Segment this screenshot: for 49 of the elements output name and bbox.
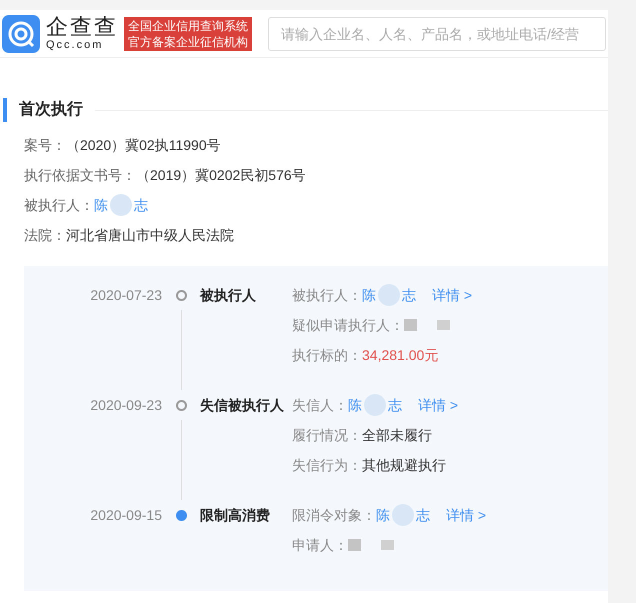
field-label: 法院： <box>24 226 66 244</box>
field-label: 执行标的： <box>292 346 362 364</box>
section-title: 首次执行 <box>19 100 83 120</box>
redaction-mark <box>378 284 400 306</box>
event-date: 2020-07-23 <box>89 286 162 305</box>
field-label: 执行依据文书号： <box>24 166 136 184</box>
person-link[interactable]: 志 <box>416 504 430 526</box>
field-label: 疑似申请执行人： <box>292 316 404 334</box>
field-label: 申请人： <box>292 536 348 554</box>
field-label: 被执行人： <box>292 286 362 304</box>
field-value: 其他规避执行 <box>362 456 446 474</box>
redaction-mark <box>348 539 361 551</box>
field-value: （2020）冀02执11990号 <box>66 136 221 154</box>
field-label: 失信行为： <box>292 456 362 474</box>
section-marker <box>3 98 7 122</box>
person-link[interactable]: 志 <box>402 284 416 306</box>
field-label: 限消令对象： <box>292 506 376 524</box>
person-link[interactable]: 志 <box>134 194 148 216</box>
redaction-mark <box>364 394 386 416</box>
details-link[interactable]: 详情 > <box>446 504 486 526</box>
field-label: 案号： <box>24 136 66 154</box>
person-link[interactable]: 陈 <box>348 394 362 416</box>
details-link[interactable]: 详情 > <box>418 394 458 416</box>
redaction-mark <box>381 540 394 550</box>
event-type: 限制高消费 <box>200 506 271 525</box>
field-value: 河北省唐山市中级人民法院 <box>66 226 234 244</box>
event-type: 失信被执行人 <box>200 396 285 415</box>
field-label: 失信人： <box>292 396 348 414</box>
field-label: 履行情况： <box>292 426 362 444</box>
field-value: 全部未履行 <box>362 426 432 444</box>
brand-name: 企查查 <box>46 16 118 38</box>
details-link[interactable]: 详情 > <box>432 284 472 306</box>
event-date: 2020-09-23 <box>89 396 162 415</box>
redaction-mark <box>392 504 414 526</box>
redaction-mark <box>437 320 450 330</box>
event-date: 2020-09-15 <box>89 506 162 525</box>
amount-value: 34,281.00元 <box>362 346 438 364</box>
redaction-mark <box>404 319 417 331</box>
person-link[interactable]: 陈 <box>94 194 108 216</box>
person-link[interactable]: 志 <box>388 394 402 416</box>
search-field[interactable]: 请输入企业名、人名、产品名，或地址电话/经营 <box>268 16 606 50</box>
event-type: 被执行人 <box>200 286 257 305</box>
brand-domain: Qcc.com <box>46 40 104 51</box>
person-link[interactable]: 陈 <box>362 284 376 306</box>
field-label: 被执行人： <box>24 196 94 214</box>
field-value: （2019）冀0202民初576号 <box>136 166 306 184</box>
certification-badge: 全国企业信用查询系统 官方备案企业征信机构 <box>124 16 252 50</box>
redaction-mark <box>110 194 132 216</box>
person-link[interactable]: 陈 <box>376 504 390 526</box>
